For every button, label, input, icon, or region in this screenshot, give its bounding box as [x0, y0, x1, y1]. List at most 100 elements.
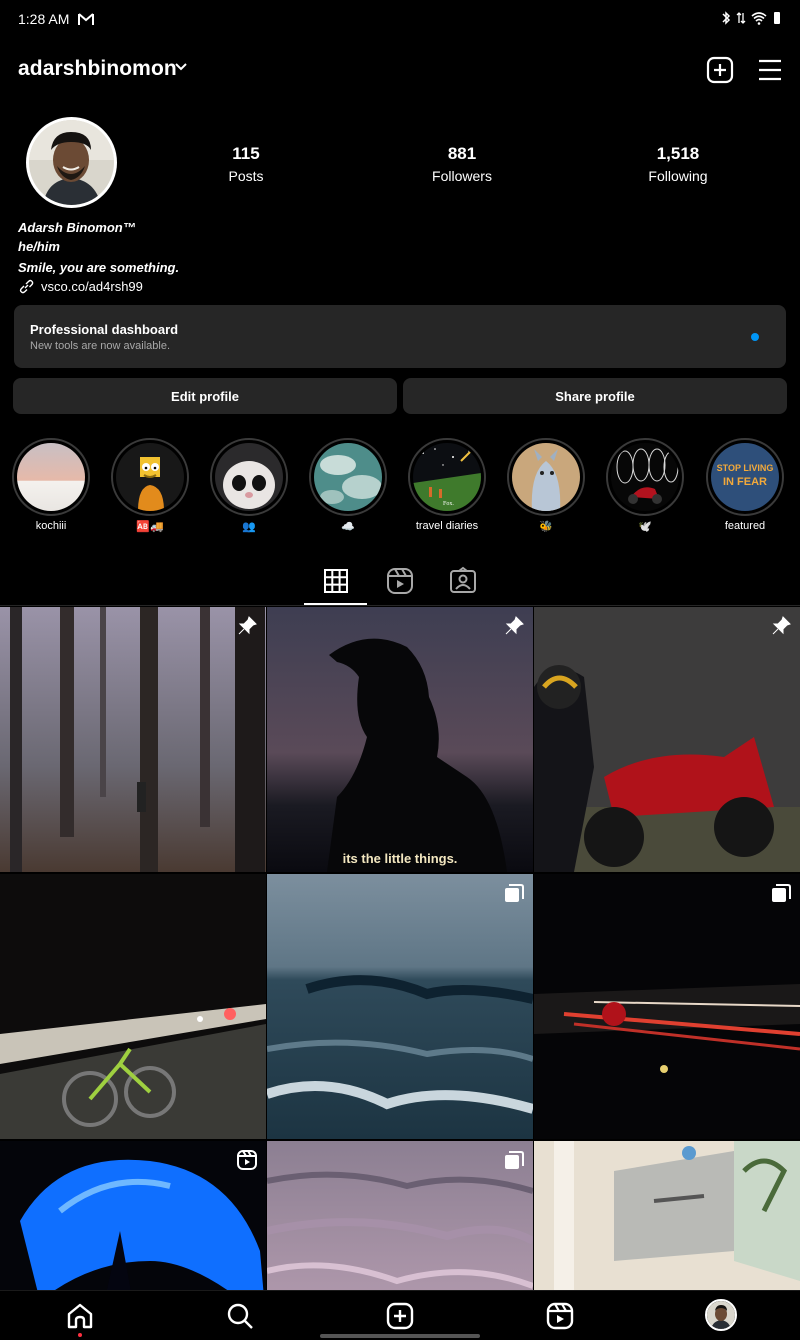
highlight-item[interactable]: ☁️ — [308, 438, 388, 533]
highlight-cover — [116, 443, 184, 511]
search-icon[interactable] — [225, 1301, 255, 1331]
notification-dot — [751, 333, 759, 341]
carousel-icon — [505, 1151, 524, 1169]
pin-icon — [505, 616, 524, 635]
home-icon[interactable] — [65, 1301, 95, 1331]
pronouns: he/him — [18, 239, 60, 254]
active-tab-indicator — [304, 603, 367, 605]
post-image-motorbike — [534, 607, 800, 872]
post-image-forest — [0, 607, 266, 872]
post-thumbnail[interactable] — [534, 1141, 800, 1290]
post-image-bridge-bicycle — [0, 874, 266, 1139]
bottom-navigation — [0, 1290, 800, 1340]
gesture-bar — [320, 1334, 480, 1338]
bio-link[interactable]: vsco.co/ad4rsh99 — [41, 277, 143, 296]
reel-icon — [237, 1150, 257, 1170]
data-icon — [736, 12, 746, 24]
post-thumbnail[interactable] — [0, 1141, 266, 1290]
highlight-cover — [17, 443, 85, 511]
dashboard-subtitle: New tools are now available. — [30, 340, 171, 352]
create-icon[interactable] — [385, 1301, 415, 1331]
followers-stat[interactable]: 881 Followers — [392, 144, 532, 184]
following-label: Following — [648, 168, 708, 184]
posts-count: 115 — [232, 144, 260, 163]
highlight-item[interactable]: 👥 — [209, 438, 289, 533]
posts-grid-tab[interactable] — [321, 566, 351, 596]
link-icon — [19, 279, 34, 294]
status-time: 1:28 AM — [18, 11, 70, 27]
reels-tab[interactable] — [385, 566, 415, 596]
post-image-silhouette — [267, 607, 533, 872]
add-post-icon[interactable] — [706, 56, 734, 84]
tagged-tab[interactable] — [448, 566, 478, 596]
carousel-icon — [505, 884, 524, 902]
highlight-label: 🐝 — [539, 521, 553, 533]
posts-stat[interactable]: 115 Posts — [176, 144, 316, 184]
profile-avatar-photo — [707, 1301, 735, 1329]
post-image-night-ride — [534, 874, 800, 1139]
professional-dashboard[interactable]: Professional dashboard New tools are now… — [14, 305, 786, 368]
post-image-pink-water — [267, 1141, 533, 1290]
highlight-item[interactable]: STOP LIVING IN FEAR featured — [705, 438, 785, 532]
home-activity-dot — [78, 1333, 82, 1337]
battery-icon — [774, 12, 780, 24]
following-count: 1,518 — [656, 144, 700, 163]
highlight-label: 🆎🚚 — [136, 521, 164, 533]
wifi-icon — [751, 12, 767, 25]
menu-icon[interactable] — [758, 58, 782, 82]
highlight-item[interactable]: 🐝 — [506, 438, 586, 533]
post-image-sea-wave — [267, 874, 533, 1139]
highlight-cover: Fox. — [413, 443, 481, 511]
svg-text:STOP LIVING: STOP LIVING — [717, 463, 774, 473]
highlight-cover — [512, 443, 580, 511]
followers-count: 881 — [447, 144, 477, 163]
edit-profile-button[interactable]: Edit profile — [13, 378, 397, 414]
post-thumbnail[interactable] — [267, 1141, 533, 1290]
highlight-cover — [215, 443, 283, 511]
post-thumbnail[interactable] — [0, 607, 266, 872]
profile-avatar[interactable] — [26, 117, 117, 208]
post-image-building — [534, 1141, 800, 1290]
share-profile-button[interactable]: Share profile — [403, 378, 787, 414]
pin-icon — [772, 616, 791, 635]
following-stat[interactable]: 1,518 Following — [608, 144, 748, 184]
profile-header: adarshbinomon — [18, 52, 782, 88]
highlight-item[interactable]: kochiii — [11, 438, 91, 532]
avatar-photo — [29, 120, 114, 205]
display-name: Adarsh Binomon™ — [18, 220, 136, 235]
highlight-cover-text: Fox. — [443, 501, 454, 507]
bio-text: Smile, you are something. — [18, 260, 180, 275]
highlight-item[interactable]: 🕊️ — [605, 438, 685, 533]
svg-text:IN FEAR: IN FEAR — [723, 476, 767, 488]
posts-label: Posts — [228, 168, 264, 184]
chevron-down-icon[interactable] — [174, 60, 188, 74]
post-thumbnail[interactable] — [0, 874, 266, 1139]
profile-tabs — [0, 560, 800, 606]
followers-label: Followers — [432, 168, 492, 184]
post-thumbnail[interactable] — [267, 874, 533, 1139]
post-thumbnail[interactable]: its the little things. — [267, 607, 533, 872]
status-bar: 1:28 AM — [0, 0, 800, 40]
posts-grid: its the little things. — [0, 607, 800, 1290]
highlight-label: travel diaries — [415, 520, 479, 532]
post-image-blue-glow — [0, 1141, 266, 1290]
highlight-label: featured — [724, 520, 766, 532]
carousel-icon — [772, 884, 791, 902]
post-thumbnail[interactable] — [534, 607, 800, 872]
highlight-cover: STOP LIVING IN FEAR — [711, 443, 779, 511]
highlight-cover — [314, 443, 382, 511]
pin-icon — [238, 616, 257, 635]
highlight-cover — [611, 443, 679, 511]
highlight-label: ☁️ — [341, 521, 355, 533]
reels-icon[interactable] — [545, 1301, 575, 1331]
highlight-label: 🕊️ — [638, 521, 652, 533]
profile-bio: Adarsh Binomon™ he/him Smile, you are so… — [18, 218, 179, 296]
username-switcher[interactable]: adarshbinomon — [18, 57, 177, 81]
post-caption: its the little things. — [342, 851, 458, 866]
gmail-icon — [78, 13, 94, 25]
highlight-item[interactable]: Fox. travel diaries — [407, 438, 487, 532]
highlight-label: kochiii — [35, 520, 67, 532]
profile-avatar[interactable] — [705, 1299, 737, 1331]
post-thumbnail[interactable] — [534, 874, 800, 1139]
highlight-item[interactable]: 🆎🚚 — [110, 438, 190, 533]
